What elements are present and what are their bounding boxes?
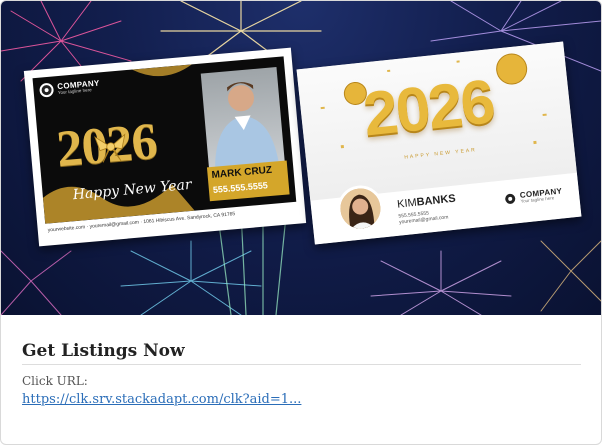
ad-image[interactable]: COMPANY Your tagline here 2026 Happy New… xyxy=(1,1,601,315)
location-pin-icon xyxy=(39,82,55,98)
ad-title: Get Listings Now xyxy=(22,341,185,361)
location-pin-icon xyxy=(502,191,518,207)
agent-name: MARK CRUZ xyxy=(211,164,273,182)
year-balloons-text: 2026 xyxy=(360,67,497,150)
agent-nameplate: MARK CRUZ 555.555.5555 xyxy=(206,160,290,202)
click-url-label: Click URL: xyxy=(22,374,88,388)
postcard-right: 2026 HAPPY NEW YEAR KIMBANKS 555.555.555… xyxy=(296,41,582,245)
click-url-link[interactable]: https://clk.srv.stackadapt.com/clk?aid=1… xyxy=(22,392,301,407)
agent-phone: 555.555.5555 xyxy=(212,180,269,195)
ad-card[interactable]: COMPANY Your tagline here 2026 Happy New… xyxy=(0,0,602,445)
agent-photo xyxy=(200,66,285,170)
divider xyxy=(22,364,581,365)
postcard-left-front: COMPANY Your tagline here 2026 Happy New… xyxy=(32,56,297,224)
gift-bow-icon xyxy=(94,133,126,163)
postcard-left: COMPANY Your tagline here 2026 Happy New… xyxy=(23,47,307,247)
